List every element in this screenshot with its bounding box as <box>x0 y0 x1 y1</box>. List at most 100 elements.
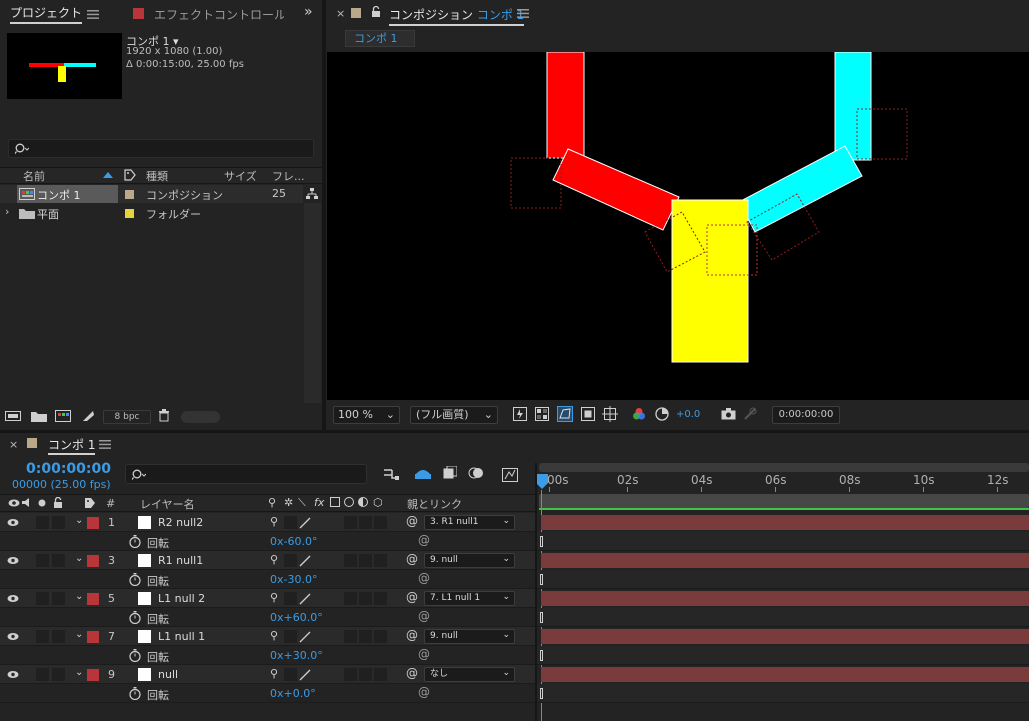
quality-slash-icon[interactable] <box>299 669 311 681</box>
layer-name[interactable]: null <box>158 668 178 681</box>
snapshot-camera-icon[interactable] <box>721 408 736 420</box>
expression-pickwhip-icon[interactable]: @ <box>418 685 430 699</box>
tab-effect-controls[interactable]: エフェクトコントロール R <box>154 6 284 23</box>
parent-select[interactable]: 3. R1 null1 ⌄ <box>424 515 515 530</box>
layer-lock-toggle[interactable] <box>52 668 65 681</box>
playhead-handle-icon[interactable] <box>536 474 548 492</box>
pick-whip-icon[interactable]: @ <box>406 590 418 604</box>
tab-project[interactable]: プロジェクト <box>10 4 83 24</box>
shy-toggle-icon[interactable]: ⚲ <box>270 629 278 642</box>
col-name[interactable]: 名前 <box>23 168 45 184</box>
project-search-input[interactable] <box>8 139 314 158</box>
layer-lock-toggle[interactable] <box>52 630 65 643</box>
new-folder-icon[interactable] <box>31 410 47 422</box>
switch-cell[interactable] <box>374 516 387 529</box>
work-area-bar[interactable] <box>539 463 1029 472</box>
parent-select[interactable]: 9. null ⌄ <box>424 629 515 644</box>
stopwatch-icon[interactable] <box>129 649 141 662</box>
overflow-chevron-icon[interactable]: » <box>304 4 313 20</box>
layer-duration-bar[interactable] <box>541 591 1029 606</box>
switch-cell[interactable] <box>374 668 387 681</box>
layer-visibility-eye-icon[interactable] <box>7 518 19 527</box>
switch-cell[interactable] <box>359 554 372 567</box>
col-size[interactable]: サイズ <box>224 168 257 184</box>
sort-arrow-icon[interactable] <box>103 172 113 178</box>
shy-toggle-icon[interactable]: ⚲ <box>270 591 278 604</box>
property-row-rotation[interactable]: 回転 0x-60.0° @ <box>0 532 535 551</box>
comp-panel-title[interactable]: コンポジション コンポ 1 <box>389 6 525 26</box>
flowchart-icon[interactable] <box>306 188 318 200</box>
switch-cell[interactable] <box>284 554 297 567</box>
layer-visibility-eye-icon[interactable] <box>7 556 19 565</box>
bpc-button[interactable]: 8 bpc <box>103 410 151 424</box>
layer-visibility-eye-icon[interactable] <box>7 594 19 603</box>
render-queue-icon[interactable] <box>81 409 95 423</box>
layer-row[interactable]: ⌄ 3 R1 null1 ⚲ @ 9. null ⌄ <box>0 551 535 570</box>
property-row-rotation[interactable]: 回転 0x+30.0° @ <box>0 646 535 665</box>
parent-select[interactable]: 7. L1 null 1 ⌄ <box>424 591 515 606</box>
show-snapshot-icon[interactable] <box>743 407 757 421</box>
switch-cell[interactable] <box>284 516 297 529</box>
interpret-footage-icon[interactable] <box>5 410 21 422</box>
layer-solo-toggle[interactable] <box>36 630 49 643</box>
region-of-interest-icon[interactable] <box>581 407 595 421</box>
project-item-folder[interactable]: › 平面 フォルダー <box>0 204 303 222</box>
layer-solo-toggle[interactable] <box>36 592 49 605</box>
panel-menu-icon[interactable] <box>86 8 100 20</box>
timeline-close-icon[interactable]: × <box>9 438 18 451</box>
thumbnail-slider[interactable] <box>181 411 220 423</box>
layer-duration-bar[interactable] <box>541 515 1029 530</box>
quality-slash-icon[interactable] <box>299 593 311 605</box>
shy-toggle-icon[interactable]: ⚲ <box>270 553 278 566</box>
viewer-timecode[interactable]: 0:00:00:00 <box>772 406 840 424</box>
switch-cell[interactable] <box>374 592 387 605</box>
timeline-nav-bar[interactable] <box>539 494 1029 508</box>
layer-solo-toggle[interactable] <box>36 516 49 529</box>
comp-panel-menu-icon[interactable] <box>517 9 529 18</box>
layer-expand-chevron-icon[interactable]: ⌄ <box>75 629 83 640</box>
timeline-menu-icon[interactable] <box>99 440 111 449</box>
comp-viewer[interactable] <box>327 52 1029 400</box>
col-type[interactable]: 種類 <box>146 168 168 184</box>
expression-pickwhip-icon[interactable]: @ <box>418 647 430 661</box>
exposure-reset-icon[interactable] <box>655 407 669 421</box>
rotation-value[interactable]: 0x+0.0° <box>270 687 316 700</box>
parent-select[interactable]: なし ⌄ <box>424 667 515 682</box>
switch-cell[interactable] <box>284 592 297 605</box>
switch-cell[interactable] <box>344 630 357 643</box>
layer-expand-chevron-icon[interactable]: ⌄ <box>75 553 83 564</box>
switch-cell[interactable] <box>284 630 297 643</box>
stopwatch-icon[interactable] <box>129 573 141 586</box>
switch-cell[interactable] <box>374 554 387 567</box>
timeline-tab[interactable]: コンポ 1 <box>48 436 96 455</box>
resolution-select[interactable]: (フル画質) ⌄ <box>410 406 498 424</box>
switch-cell[interactable] <box>284 668 297 681</box>
mask-path-icon[interactable] <box>557 406 573 422</box>
layer-label-color[interactable] <box>87 593 99 605</box>
switch-cell[interactable] <box>344 592 357 605</box>
switch-cell[interactable] <box>344 554 357 567</box>
switch-cell[interactable] <box>359 592 372 605</box>
grid-guides-icon[interactable] <box>602 406 618 422</box>
pick-whip-icon[interactable]: @ <box>406 666 418 680</box>
expression-pickwhip-icon[interactable]: @ <box>418 533 430 547</box>
layer-expand-chevron-icon[interactable]: ⌄ <box>75 515 83 526</box>
new-composition-icon[interactable] <box>55 410 71 422</box>
switch-cell[interactable] <box>359 516 372 529</box>
rotation-value[interactable]: 0x-30.0° <box>270 573 317 586</box>
layer-label-color[interactable] <box>87 669 99 681</box>
stopwatch-icon[interactable] <box>129 535 141 548</box>
layer-row[interactable]: ⌄ 7 L1 null 1 ⚲ @ 9. null ⌄ <box>0 627 535 646</box>
layer-visibility-eye-icon[interactable] <box>7 632 19 641</box>
quality-slash-icon[interactable] <box>299 631 311 643</box>
layer-row[interactable]: ⌄ 5 L1 null 2 ⚲ @ 7. L1 null 1 ⌄ <box>0 589 535 608</box>
layer-duration-bar[interactable] <box>541 553 1029 568</box>
layer-name[interactable]: L1 null 2 <box>158 592 205 605</box>
layer-solo-toggle[interactable] <box>36 668 49 681</box>
switch-cell[interactable] <box>344 516 357 529</box>
project-item-comp[interactable]: コンポ 1 コンポジション 25 <box>0 185 303 203</box>
stopwatch-icon[interactable] <box>129 687 141 700</box>
expand-chevron-icon[interactable]: › <box>5 205 9 218</box>
layer-row[interactable]: ⌄ 1 R2 null2 ⚲ @ 3. R1 null1 ⌄ <box>0 513 535 532</box>
layer-duration-bar[interactable] <box>541 629 1029 644</box>
